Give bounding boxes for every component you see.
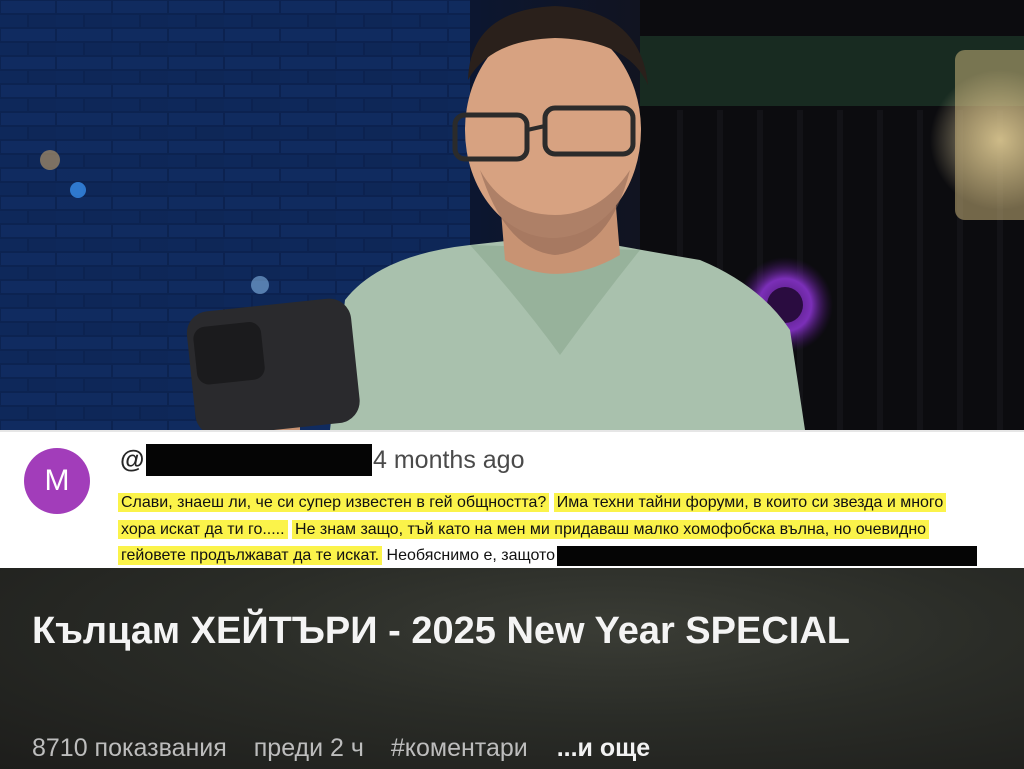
redacted-username [146,444,372,476]
video-metadata-row: 8710 показвания преди 2 ч #коментари ...… [32,734,670,763]
highlighted-text: Не знам защо, тъй като на мен ми придава… [292,519,930,539]
highlighted-text: хора искат да ти го..... [118,519,288,539]
comment-card: M @ 4 months ago Слави, знаеш ли, че си … [0,430,1024,568]
comment-line-2: хора искат да ти го..... Не знам защо, т… [118,517,1024,544]
avatar[interactable]: M [24,448,90,514]
highlighted-text: гейовете продължават да те искат. [118,546,383,565]
comment-line-1: Слави, знаеш ли, че си супер известен в … [118,490,1024,517]
avatar-letter: M [44,464,70,497]
highlighted-text: Слави, знаеш ли, че си супер известен в … [118,493,550,512]
redacted-text [557,545,978,566]
comment-timestamp: 4 months ago [373,446,525,474]
video-scene-illustration [0,0,1024,430]
video-screenshot: M @ 4 months ago Слави, знаеш ли, че си … [0,0,1024,769]
comment-body: Слави, знаеш ли, че си супер известен в … [118,490,1024,570]
highlighted-text: Има техни тайни форуми, в които си звезд… [553,493,947,512]
video-frame[interactable] [0,0,1024,430]
more-button[interactable]: ...и още [557,734,650,762]
video-info-panel: Кълцам ХЕЙТЪРИ - 2025 New Year SPECIAL 8… [0,568,1024,769]
comment-plain-text: Необяснимо е, защото [386,547,556,564]
video-title[interactable]: Кълцам ХЕЙТЪРИ - 2025 New Year SPECIAL [32,606,952,656]
upload-age: преди 2 ч [253,734,364,762]
comment-line-3: гейовете продължават да те искат. Необяс… [118,543,1024,570]
comment-handle-prefix: @ [120,446,145,474]
hashtag-link[interactable]: #коментари [391,734,528,762]
view-count: 8710 показвания [32,734,227,762]
